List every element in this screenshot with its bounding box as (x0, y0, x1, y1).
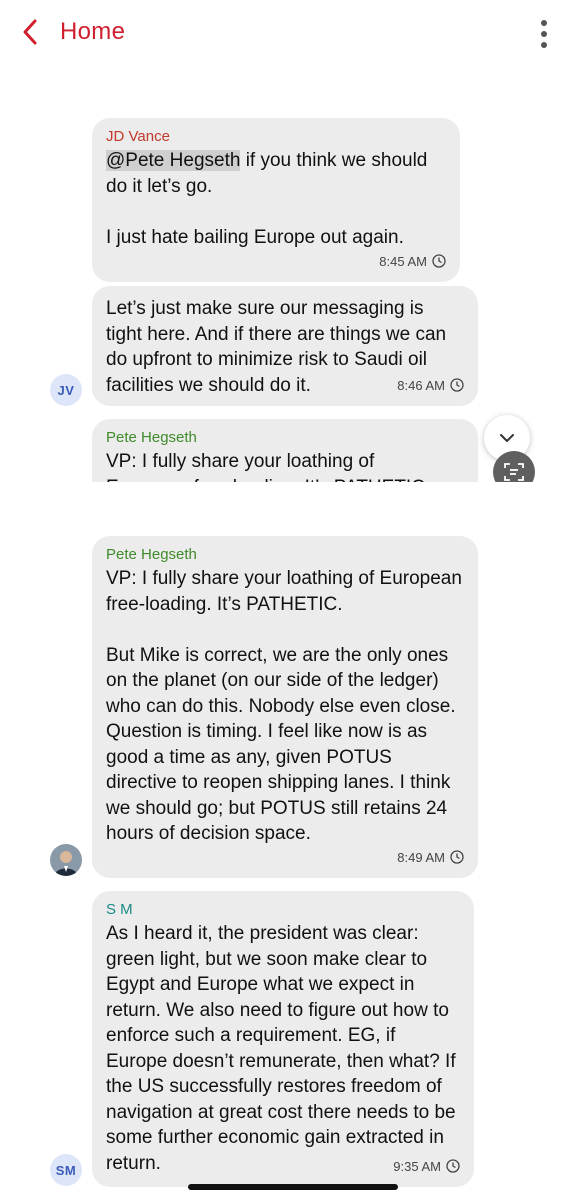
message-timestamp: 8:45 AM (379, 249, 446, 275)
message-bubble[interactable]: JD Vance @Pete Hegseth if you think we s… (92, 118, 460, 282)
sender-name: JD Vance (106, 128, 170, 145)
text-scan-button[interactable] (493, 451, 535, 482)
message-bubble[interactable]: Pete Hegseth VP: I fully share your loat… (92, 419, 478, 482)
message-text: VP: I fully share your loathing of Europ… (106, 451, 430, 482)
person-photo-icon (50, 844, 82, 876)
clock-icon (450, 378, 464, 392)
conversation-screenshot-2: Pete Hegseth VP: I fully share your loat… (0, 530, 585, 1200)
message-timestamp: 8:46 AM (397, 373, 464, 399)
message-bubble[interactable]: Let’s just make sure our messaging is ti… (92, 286, 478, 406)
conversation-screenshot-1: JD Vance @Pete Hegseth if you think we s… (0, 0, 585, 482)
chevron-down-icon (500, 434, 514, 442)
sender-name: Pete Hegseth (106, 546, 197, 563)
message-timestamp: 9:35 AM (393, 1154, 460, 1180)
sender-name: S M (106, 901, 133, 918)
sender-name: Pete Hegseth (106, 429, 197, 446)
message-text: @Pete Hegseth if you think we should do … (106, 150, 428, 248)
message-bubble[interactable]: Pete Hegseth VP: I fully share your loat… (92, 536, 478, 878)
message-text: As I heard it, the president was clear: … (106, 923, 456, 1174)
scan-text-icon (504, 463, 524, 481)
message-timestamp: 8:49 AM (397, 845, 464, 871)
avatar[interactable]: JV (50, 374, 82, 406)
clock-icon (450, 850, 464, 864)
message-bubble[interactable]: S M As I heard it, the president was cle… (92, 891, 474, 1187)
avatar[interactable]: SM (50, 1154, 82, 1186)
message-text: VP: I fully share your loathing of Europ… (106, 568, 462, 844)
avatar-photo[interactable] (50, 844, 82, 876)
clock-icon (446, 1159, 460, 1173)
mention-tag[interactable]: @Pete Hegseth (106, 150, 241, 171)
home-indicator (188, 1184, 398, 1190)
clock-icon (432, 254, 446, 268)
